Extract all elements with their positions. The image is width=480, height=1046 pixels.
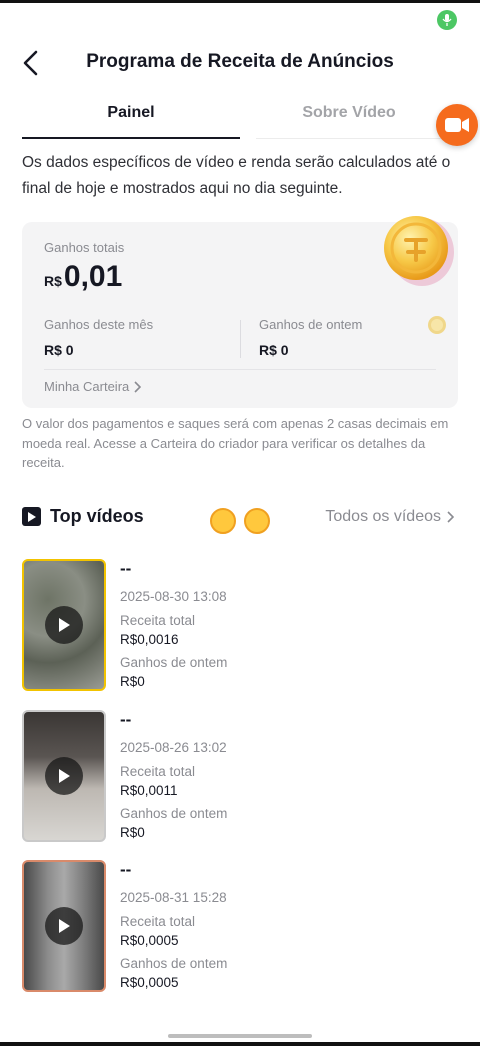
video-title: -- [120,710,132,729]
revenue-value: R$0,0016 [120,632,179,647]
tab-sobre-video[interactable]: Sobre Vídeo [256,104,442,122]
home-indicator[interactable] [168,1034,312,1038]
tab-divider [256,138,456,139]
video-list-item[interactable]: -- 2025-08-30 13:08 Receita total R$0,00… [22,559,458,693]
video-camera-icon [445,118,469,132]
active-tab-indicator [22,137,240,139]
play-icon [45,757,83,795]
total-amount: 0,01 [63,260,123,293]
tab-painel[interactable]: Painel [22,104,240,122]
revenue-label: Receita total [120,613,196,628]
status-bar-line [0,0,480,3]
yesterday-earnings-label: Ganhos de ontem [259,317,363,332]
all-videos-label: Todos os vídeos [325,508,441,525]
total-earnings-label: Ganhos totais [44,240,125,255]
card-vertical-divider [240,320,241,358]
revenue-value: R$0,0011 [120,783,178,798]
payout-note: O valor dos pagamentos e saques será com… [22,416,449,470]
yesterday-label: Ganhos de ontem [120,956,228,971]
emoji-sticker-icon [244,508,270,534]
video-title: -- [120,860,132,879]
all-videos-link[interactable]: Todos os vídeos [325,508,454,526]
yesterday-label: Ganhos de ontem [120,655,228,670]
tab-bar: Painel Sobre Vídeo [0,96,480,140]
yesterday-label: Ganhos de ontem [120,806,228,821]
total-earnings-value: R$0,01 [44,260,122,294]
chevron-right-icon [447,511,454,523]
month-earnings-label: Ganhos deste mês [44,317,154,332]
yesterday-earnings-value: R$ 0 [259,342,289,358]
revenue-label: Receita total [120,764,196,779]
revenue-label: Receita total [120,914,196,929]
play-icon [45,606,83,644]
video-list-item[interactable]: -- 2025-08-31 15:28 Receita total R$0,00… [22,860,458,994]
microphone-indicator-icon [437,10,457,30]
chevron-right-icon [134,380,142,393]
top-videos-title: Top vídeos [50,506,144,526]
month-earnings-value: R$ 0 [44,342,74,358]
intro-text: Os dados específicos de vídeo e renda se… [22,154,451,197]
currency-symbol: R$ [44,273,62,289]
play-icon [45,907,83,945]
emoji-sticker-icon [210,508,236,534]
video-play-icon [22,507,41,526]
bottom-bar-line [0,1042,480,1046]
earnings-card: Ganhos totais R$0,01 Ganhos deste mês R$… [22,216,458,408]
page-title: Programa de Receita de Anúncios [86,51,394,72]
my-wallet-label: Minha Carteira [44,379,130,394]
gold-coin-icon [384,216,454,286]
video-list-item[interactable]: -- 2025-08-26 13:02 Receita total R$0,00… [22,710,458,844]
video-thumbnail[interactable] [22,710,106,842]
app-header: Programa de Receita de Anúncios [0,40,480,86]
video-date: 2025-08-30 13:08 [120,589,227,604]
card-horizontal-divider [44,369,436,370]
yesterday-value: R$0 [120,825,145,840]
my-wallet-link[interactable]: Minha Carteira [44,379,142,394]
top-videos-header: Top vídeos Todos os vídeos [22,504,458,534]
small-coin-icon [428,316,446,334]
video-thumbnail[interactable] [22,559,106,691]
yesterday-value: R$0,0005 [120,975,179,990]
video-date: 2025-08-26 13:02 [120,740,227,755]
video-title: -- [120,559,132,578]
revenue-value: R$0,0005 [120,933,179,948]
video-thumbnail[interactable] [22,860,106,992]
yesterday-value: R$0 [120,674,145,689]
video-date: 2025-08-31 15:28 [120,890,227,905]
screen-record-button[interactable] [436,104,478,146]
